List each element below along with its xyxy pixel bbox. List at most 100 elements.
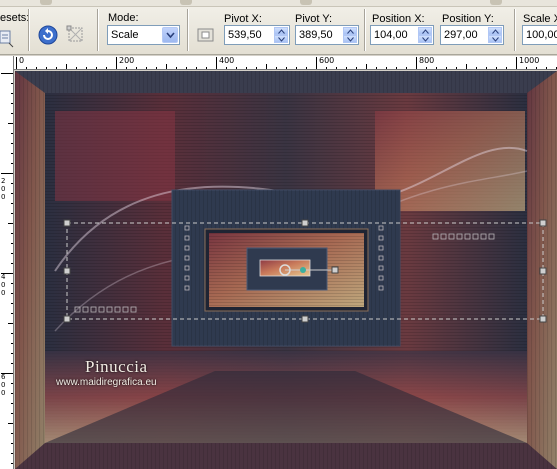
ruler-tick <box>486 67 487 69</box>
spin-up-icon[interactable] <box>274 27 288 35</box>
ruler-tick <box>11 313 13 314</box>
ruler-tick <box>11 143 13 144</box>
handle-top-left[interactable] <box>63 219 71 227</box>
ruler-tick <box>416 57 417 69</box>
spin-down-icon[interactable] <box>488 35 502 43</box>
ruler-tick <box>256 67 257 69</box>
horizontal-ruler: 0 200 400 600 800 1000 <box>14 56 557 70</box>
spin-down-icon[interactable] <box>343 35 357 43</box>
pivot-y-value: 389,50 <box>299 29 333 41</box>
ruler-tick <box>56 67 57 69</box>
ruler-tick <box>11 363 13 364</box>
position-x-value: 104,00 <box>374 29 408 41</box>
toolbar-separator <box>187 9 189 51</box>
ruler-tick <box>11 443 13 444</box>
ruler-tick <box>366 64 367 69</box>
ruler-label-digit: 0 <box>1 193 6 201</box>
handle-middle-left[interactable] <box>63 267 71 275</box>
ruler-tick <box>516 57 517 69</box>
position-y-label: Position Y: <box>442 13 494 25</box>
ruler-tick <box>11 183 13 184</box>
ruler-label-digit: 2 <box>1 177 6 185</box>
ruler-tick <box>11 263 13 264</box>
position-y-value: 297,00 <box>444 29 478 41</box>
handle-bottom-left[interactable] <box>63 315 71 323</box>
toolbar-separator <box>97 9 99 51</box>
ruler-tick <box>16 57 17 69</box>
ruler-tick <box>11 413 13 414</box>
ruler-label: 1000 <box>519 56 540 65</box>
spin-down-icon[interactable] <box>274 35 288 43</box>
ruler-tick <box>11 283 13 284</box>
ruler-label: 400 <box>219 56 235 65</box>
ruler-tick <box>11 163 13 164</box>
pivot-x-spinner[interactable] <box>274 27 288 43</box>
ruler-tick <box>36 67 37 69</box>
ruler-tick <box>126 67 127 69</box>
ruler-label: 800 <box>419 56 435 65</box>
ruler-tick <box>96 67 97 69</box>
ruler-label-digit: 0 <box>1 281 6 289</box>
ruler-tick <box>386 67 387 69</box>
mode-label: Mode: <box>108 12 139 24</box>
toolbar-top-nub <box>40 0 52 5</box>
reset-arrow-icon[interactable] <box>38 25 58 45</box>
presets-dropdown-icon[interactable] <box>0 28 14 48</box>
pivot-x-field[interactable]: 539,50 <box>224 25 290 45</box>
ruler-tick <box>1 173 13 174</box>
presets-label: esets: <box>0 12 30 24</box>
handle-top-right[interactable] <box>539 219 547 227</box>
chevron-down-icon[interactable] <box>162 27 178 43</box>
ruler-label-digit: 6 <box>1 373 6 381</box>
ruler-tick <box>336 67 337 69</box>
move-grid-icon[interactable] <box>66 25 86 45</box>
ruler-tick <box>116 57 117 69</box>
ruler-tick <box>11 93 13 94</box>
ruler-tick <box>8 423 13 424</box>
position-x-field[interactable]: 104,00 <box>370 25 434 45</box>
handle-top-middle[interactable] <box>301 219 309 227</box>
ruler-tick <box>11 463 13 464</box>
tool-options-toolbar: esets: Mode: Scale Pivot X: 539,50 Pivot… <box>0 0 557 55</box>
position-y-field[interactable]: 297,00 <box>440 25 504 45</box>
handle-middle-right[interactable] <box>539 267 547 275</box>
ruler-tick <box>11 133 13 134</box>
ruler-tick <box>346 67 347 69</box>
ruler-tick <box>226 67 227 69</box>
pivot-center-icon[interactable] <box>196 25 216 45</box>
toolbar-separator <box>514 9 516 51</box>
ruler-tick <box>11 83 13 84</box>
ruler-tick <box>156 67 157 69</box>
pivot-y-field[interactable]: 389,50 <box>295 25 359 45</box>
ruler-tick <box>11 203 13 204</box>
center-marker <box>300 267 306 273</box>
mode-select-value: Scale <box>111 29 139 41</box>
spin-up-icon[interactable] <box>488 27 502 35</box>
ruler-tick <box>496 67 497 69</box>
scale-x-field[interactable]: 100,00 <box>522 25 557 45</box>
position-y-spinner[interactable] <box>488 27 502 43</box>
ruler-tick <box>406 67 407 69</box>
handle-bottom-middle[interactable] <box>301 315 309 323</box>
ruler-tick <box>8 123 13 124</box>
ruler-tick <box>466 64 467 69</box>
ruler-tick <box>276 67 277 69</box>
spin-down-icon[interactable] <box>418 35 432 43</box>
ruler-tick <box>146 67 147 69</box>
ruler-label: 600 <box>319 56 335 65</box>
rotation-handle[interactable] <box>331 266 339 274</box>
position-x-spinner[interactable] <box>418 27 432 43</box>
ruler-tick <box>11 103 13 104</box>
handle-bottom-right[interactable] <box>539 315 547 323</box>
ruler-tick <box>26 67 27 69</box>
ruler-tick <box>86 67 87 69</box>
image-canvas[interactable]: Pinuccia www.maidiregrafica.eu <box>15 71 557 469</box>
toolbar-top-nub <box>490 0 502 5</box>
mode-select[interactable]: Scale <box>107 25 180 45</box>
ruler-tick <box>66 64 67 69</box>
pivot-y-spinner[interactable] <box>343 27 357 43</box>
spin-up-icon[interactable] <box>343 27 357 35</box>
ruler-tick <box>136 67 137 69</box>
ruler-tick <box>11 293 13 294</box>
spin-up-icon[interactable] <box>418 27 432 35</box>
